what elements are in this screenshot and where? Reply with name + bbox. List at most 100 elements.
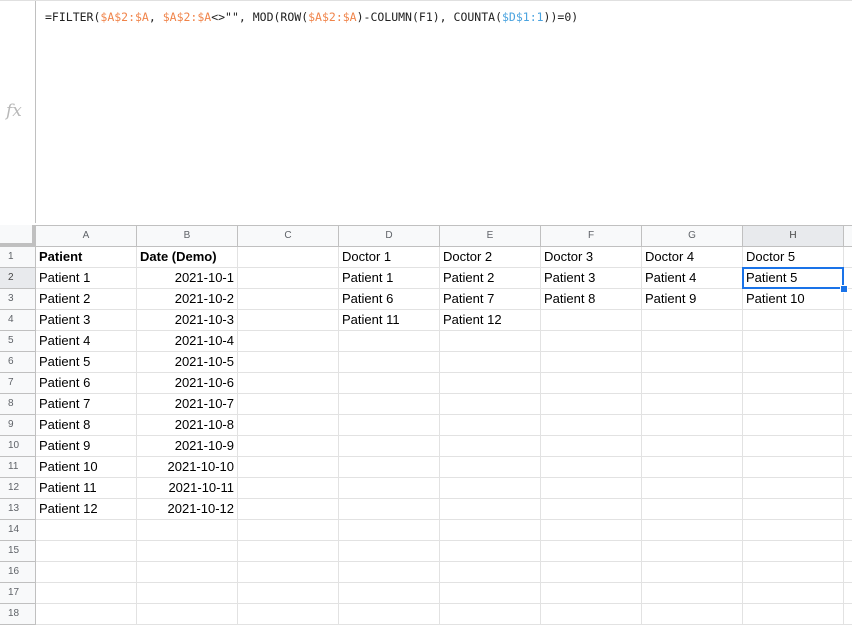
cell-d1[interactable]: Doctor 1 [339, 247, 440, 268]
row-header-8[interactable]: 8 [0, 394, 36, 415]
cell-a7[interactable]: Patient 6 [36, 373, 137, 394]
cell-c11[interactable] [238, 457, 339, 478]
cell-g6[interactable] [642, 352, 743, 373]
cell-g15[interactable] [642, 541, 743, 562]
cell-a14[interactable] [36, 520, 137, 541]
cell-c12[interactable] [238, 478, 339, 499]
cell-a6[interactable]: Patient 5 [36, 352, 137, 373]
cell-d3[interactable]: Patient 6 [339, 289, 440, 310]
cell-b18[interactable] [137, 604, 238, 625]
cell-g13[interactable] [642, 499, 743, 520]
cell-h16[interactable] [743, 562, 844, 583]
cell-i10[interactable] [844, 436, 852, 457]
cell-i8[interactable] [844, 394, 852, 415]
cell-f7[interactable] [541, 373, 642, 394]
cell-b12[interactable]: 2021-10-11 [137, 478, 238, 499]
cell-a10[interactable]: Patient 9 [36, 436, 137, 457]
cell-e18[interactable] [440, 604, 541, 625]
column-header-a[interactable]: A [36, 225, 137, 247]
cell-b16[interactable] [137, 562, 238, 583]
cell-f14[interactable] [541, 520, 642, 541]
cell-a8[interactable]: Patient 7 [36, 394, 137, 415]
cell-a13[interactable]: Patient 12 [36, 499, 137, 520]
cell-i9[interactable] [844, 415, 852, 436]
cell-e6[interactable] [440, 352, 541, 373]
cell-h11[interactable] [743, 457, 844, 478]
cell-g1[interactable]: Doctor 4 [642, 247, 743, 268]
cell-g8[interactable] [642, 394, 743, 415]
cell-e16[interactable] [440, 562, 541, 583]
cell-a15[interactable] [36, 541, 137, 562]
cell-d12[interactable] [339, 478, 440, 499]
cell-f6[interactable] [541, 352, 642, 373]
cell-c6[interactable] [238, 352, 339, 373]
cell-f5[interactable] [541, 331, 642, 352]
cell-f3[interactable]: Patient 8 [541, 289, 642, 310]
row-header-3[interactable]: 3 [0, 289, 36, 310]
cell-e2[interactable]: Patient 2 [440, 268, 541, 289]
row-header-11[interactable]: 11 [0, 457, 36, 478]
cell-c4[interactable] [238, 310, 339, 331]
cell-d11[interactable] [339, 457, 440, 478]
cell-h18[interactable] [743, 604, 844, 625]
cell-h6[interactable] [743, 352, 844, 373]
cell-h5[interactable] [743, 331, 844, 352]
cell-e12[interactable] [440, 478, 541, 499]
cell-h1[interactable]: Doctor 5 [743, 247, 844, 268]
column-header-e[interactable]: E [440, 225, 541, 247]
cell-g4[interactable] [642, 310, 743, 331]
cell-d7[interactable] [339, 373, 440, 394]
cell-b3[interactable]: 2021-10-2 [137, 289, 238, 310]
cell-f9[interactable] [541, 415, 642, 436]
cell-a11[interactable]: Patient 10 [36, 457, 137, 478]
cell-b17[interactable] [137, 583, 238, 604]
cell-g16[interactable] [642, 562, 743, 583]
cell-b8[interactable]: 2021-10-7 [137, 394, 238, 415]
cell-e13[interactable] [440, 499, 541, 520]
cell-g14[interactable] [642, 520, 743, 541]
cell-h8[interactable] [743, 394, 844, 415]
cell-g17[interactable] [642, 583, 743, 604]
row-header-12[interactable]: 12 [0, 478, 36, 499]
cell-i16[interactable] [844, 562, 852, 583]
cell-i14[interactable] [844, 520, 852, 541]
cell-h3[interactable]: Patient 10 [743, 289, 844, 310]
cell-b9[interactable]: 2021-10-8 [137, 415, 238, 436]
cell-d14[interactable] [339, 520, 440, 541]
cell-e11[interactable] [440, 457, 541, 478]
cell-c7[interactable] [238, 373, 339, 394]
cell-d6[interactable] [339, 352, 440, 373]
cell-a1[interactable]: Patient [36, 247, 137, 268]
row-header-6[interactable]: 6 [0, 352, 36, 373]
cell-h14[interactable] [743, 520, 844, 541]
cell-b10[interactable]: 2021-10-9 [137, 436, 238, 457]
row-header-14[interactable]: 14 [0, 520, 36, 541]
cell-e8[interactable] [440, 394, 541, 415]
cell-h2[interactable]: Patient 5 [743, 268, 844, 289]
row-header-13[interactable]: 13 [0, 499, 36, 520]
cell-a16[interactable] [36, 562, 137, 583]
cell-i1[interactable] [844, 247, 852, 268]
column-header-partial[interactable] [844, 225, 852, 247]
cell-a3[interactable]: Patient 2 [36, 289, 137, 310]
cell-c1[interactable] [238, 247, 339, 268]
cell-f2[interactable]: Patient 3 [541, 268, 642, 289]
cell-g3[interactable]: Patient 9 [642, 289, 743, 310]
cell-a5[interactable]: Patient 4 [36, 331, 137, 352]
cell-e1[interactable]: Doctor 2 [440, 247, 541, 268]
cell-f15[interactable] [541, 541, 642, 562]
cell-e3[interactable]: Patient 7 [440, 289, 541, 310]
cell-c16[interactable] [238, 562, 339, 583]
row-header-9[interactable]: 9 [0, 415, 36, 436]
cell-h15[interactable] [743, 541, 844, 562]
cell-d4[interactable]: Patient 11 [339, 310, 440, 331]
cell-e17[interactable] [440, 583, 541, 604]
cell-f8[interactable] [541, 394, 642, 415]
cell-a2[interactable]: Patient 1 [36, 268, 137, 289]
cell-h10[interactable] [743, 436, 844, 457]
cell-b5[interactable]: 2021-10-4 [137, 331, 238, 352]
cell-c15[interactable] [238, 541, 339, 562]
cell-i11[interactable] [844, 457, 852, 478]
cell-b6[interactable]: 2021-10-5 [137, 352, 238, 373]
cell-b7[interactable]: 2021-10-6 [137, 373, 238, 394]
